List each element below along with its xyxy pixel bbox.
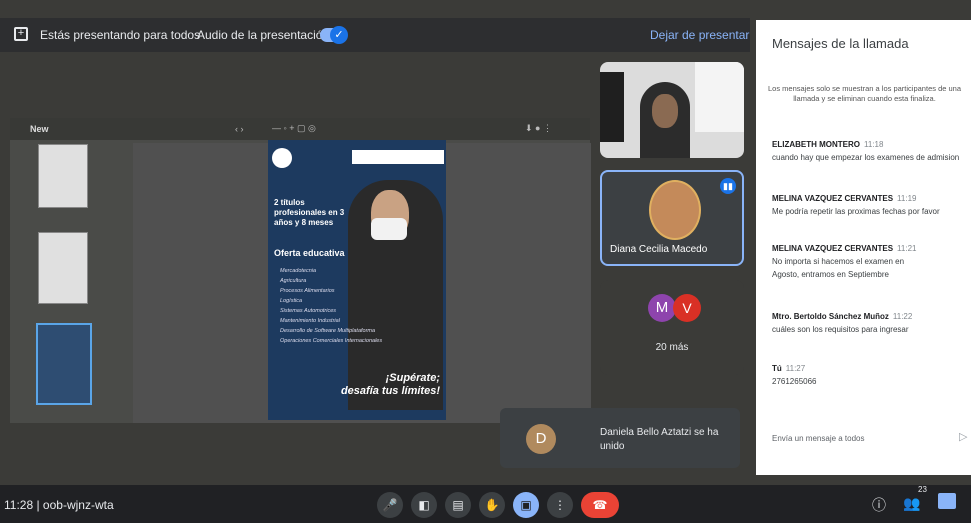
presentation-audio-label: Audio de la presentación — [197, 28, 330, 42]
message-text: cuáles son los requisitos para ingresar — [772, 325, 909, 334]
chat-message: Tú 11:27 2761265066 — [772, 362, 968, 388]
partner-logos-strip — [352, 150, 444, 164]
list-item: Procesos Alimentarios — [280, 288, 335, 294]
stop-presenting-button[interactable]: Dejar de presentar — [650, 28, 749, 42]
chat-title: Mensajes de la llamada — [772, 36, 909, 51]
more-participants-tile[interactable]: M V 20 más — [600, 280, 744, 375]
slide-thumbnail-selected[interactable] — [36, 323, 92, 405]
message-sender: Mtro. Bertoldo Sánchez Muñoz — [772, 312, 889, 321]
more-options-button[interactable]: ⋮ — [547, 492, 573, 518]
poster-titulos: 2 títulos profesionales en 3 años y 8 me… — [274, 198, 345, 227]
message-sender: Tú — [772, 364, 782, 373]
meeting-time-and-code: 11:28 | oob-wjnz-wta — [4, 498, 114, 512]
message-time: 11:22 — [892, 312, 913, 321]
video-background — [600, 72, 624, 142]
speaking-indicator-icon: ▮▮ — [720, 178, 736, 194]
participant-tile-diana[interactable]: ▮▮ Diana Cecilia Macedo — [600, 170, 744, 266]
present-button[interactable]: ▣ — [513, 492, 539, 518]
poster-slogan: ¡Supérate; desafía tus límites! — [341, 372, 440, 398]
camera-icon: ◧ — [418, 498, 430, 512]
phone-hangup-icon: ☎ — [592, 498, 608, 512]
more-vert-icon: ⋮ — [554, 498, 566, 512]
people-icon[interactable]: 👥 — [903, 495, 920, 512]
message-time: 11:21 — [897, 244, 917, 253]
join-notification: D Daniela Bello Aztatzi se ha unido — [500, 408, 740, 468]
chat-info-text: Los mensajes solo se muestran a los part… — [767, 84, 962, 103]
slides-toolbar: New ‹ › — ◦ + ▢ ◎ ⬇ ● ⋮ — [10, 118, 590, 140]
list-item: Desarrollo de Software Multiplataforma — [280, 328, 376, 334]
end-call-button[interactable]: ☎ — [581, 492, 619, 518]
avatar: V — [673, 294, 701, 322]
chat-input[interactable]: Envía un mensaje a todos — [772, 434, 865, 443]
chat-message: Mtro. Bertoldo Sánchez Muñoz 11:22 cuáles… — [772, 310, 968, 336]
poster-mask — [371, 218, 407, 240]
chat-panel: Mensajes de la llamada Los mensajes solo… — [756, 20, 971, 475]
people-count-badge: 23 — [918, 485, 927, 494]
send-icon[interactable]: ▷ — [959, 430, 967, 443]
join-notification-text: Daniela Bello Aztatzi se ha unido — [600, 427, 719, 452]
participant-face — [652, 94, 678, 128]
check-icon: ✓ — [330, 26, 348, 44]
slides-name: New — [30, 124, 49, 134]
slide-thumbnail[interactable] — [38, 232, 88, 304]
chat-message: MELINA VAZQUEZ CERVANTES 11:21 No importa… — [772, 242, 968, 281]
list-item: Mercadotecnia — [280, 268, 317, 274]
raise-hand-button[interactable]: ✋ — [479, 492, 505, 518]
message-text: Me podría repetir las proximas fechas po… — [772, 207, 940, 216]
chat-message: MELINA VAZQUEZ CERVANTES 11:19 Me podría … — [772, 192, 968, 218]
chat-icon[interactable] — [938, 493, 956, 509]
list-item: Mantenimiento Industrial — [280, 318, 340, 324]
captions-button[interactable]: ▤ — [445, 492, 471, 518]
present-screen-icon: + — [14, 27, 28, 41]
message-sender: ELIZABETH MONTERO — [772, 140, 860, 149]
message-sender: MELINA VAZQUEZ CERVANTES — [772, 244, 894, 253]
video-background — [695, 62, 744, 132]
avatar: D — [526, 424, 556, 454]
meeting-controls-bar: 11:28 | oob-wjnz-wta 🎤 ◧ ▤ ✋ ▣ ⋮ ☎ ⓘ 👥 2… — [0, 485, 971, 523]
more-participants-count: 20 más — [655, 342, 689, 353]
list-item: Agricultura — [280, 278, 307, 284]
poster-slogan-line2: desafía tus límites! — [340, 385, 440, 397]
message-time: 11:18 — [864, 140, 884, 149]
message-text: No importa si hacemos el examen en Agost… — [772, 257, 905, 279]
list-item: Logística — [280, 298, 303, 304]
presenting-text: Estás presentando para todos — [40, 28, 201, 42]
message-sender: MELINA VAZQUEZ CERVANTES — [772, 194, 894, 203]
page-indicator: ‹ › — [235, 124, 244, 134]
list-item: Sistemas Automotrices — [280, 308, 337, 314]
slide-thumbnail[interactable] — [38, 144, 88, 208]
chat-message: ELIZABETH MONTERO 11:18 cuando hay que em… — [772, 138, 968, 164]
present-icon: ▣ — [520, 498, 532, 512]
presenting-bar: + Estás presentando para todos Audio de … — [0, 18, 750, 52]
message-text: cuando hay que empezar los examenes de a… — [772, 153, 960, 162]
list-item: Operaciones Comerciales Internacionales — [280, 338, 383, 344]
message-text: 2761265066 — [772, 377, 817, 386]
info-icon[interactable]: ⓘ — [872, 495, 886, 515]
avatar — [649, 180, 701, 240]
participant-video-tile[interactable] — [600, 62, 744, 158]
poster-oferta-list: Mercadotecnia Agricultura Procesos Alime… — [280, 266, 382, 346]
captions-icon: ▤ — [452, 498, 464, 512]
message-time: 11:19 — [897, 194, 917, 203]
microphone-button[interactable]: 🎤 — [377, 492, 403, 518]
camera-button[interactable]: ◧ — [411, 492, 437, 518]
poster-header — [272, 144, 444, 170]
zoom-controls[interactable]: — ◦ + ▢ ◎ — [272, 123, 316, 134]
microphone-icon: 🎤 — [382, 498, 398, 512]
university-logo — [272, 148, 292, 168]
slide-poster: 2 títulos profesionales en 3 años y 8 me… — [268, 140, 446, 420]
message-time: 11:27 — [785, 364, 806, 373]
avatar: M — [648, 294, 676, 322]
hand-icon: ✋ — [484, 498, 500, 512]
participant-name: Diana Cecilia Macedo — [610, 244, 708, 255]
poster-slogan-line1: ¡Supérate; — [385, 372, 440, 384]
poster-oferta-title: Oferta educativa — [274, 248, 345, 258]
presentation-audio-toggle[interactable]: ✓ — [320, 26, 348, 44]
slides-menu-icon[interactable]: ⬇ ● ⋮ — [525, 123, 552, 134]
